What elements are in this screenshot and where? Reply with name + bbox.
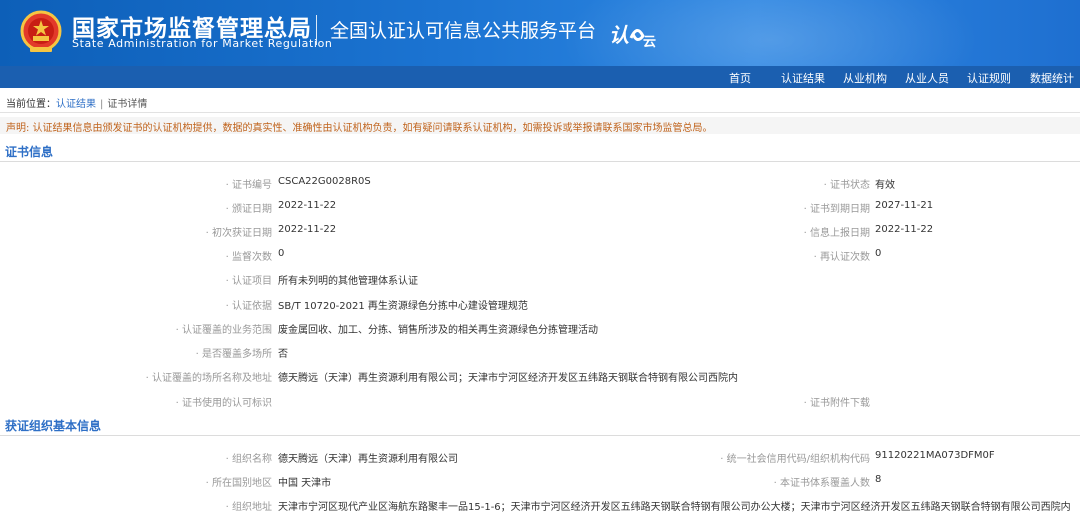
breadcrumb-separator: | <box>100 99 104 110</box>
certification-project: 所有未列明的其他管理体系认证 <box>278 276 418 287</box>
field-label: · 认证项目 <box>225 276 272 287</box>
field-label: · 证书使用的认可标识 <box>175 398 272 409</box>
field-label: · 颁证日期 <box>225 204 272 215</box>
nav-institutions[interactable]: 从业机构 <box>843 70 887 86</box>
breadcrumb: 当前位置：认证结果 | 证书详情 <box>6 95 147 110</box>
platform-logo: 认 云 <box>609 24 656 49</box>
field-label: · 认证覆盖的场所名称及地址 <box>145 373 272 384</box>
main-nav: 首页 认证结果 从业机构 从业人员 认证规则 数据统计 <box>0 66 1080 88</box>
svg-text:云: 云 <box>643 34 656 49</box>
field-label: · 证书到期日期 <box>803 204 870 215</box>
platform-title: 全国认证认可信息公共服务平台 <box>330 20 597 42</box>
breadcrumb-prefix: 当前位置： <box>6 99 56 110</box>
certificate-status: 有效 <box>875 180 895 191</box>
section-divider <box>0 435 1080 436</box>
nav-certification-results[interactable]: 认证结果 <box>781 70 825 86</box>
multi-site-flag: 否 <box>278 349 288 360</box>
recertification-count: 0 <box>875 248 882 259</box>
breadcrumb-current: 证书详情 <box>107 99 148 110</box>
nav-data-statistics[interactable]: 数据统计 <box>1030 70 1074 86</box>
field-label: · 信息上报日期 <box>803 228 870 239</box>
section-title-certificate: 证书信息 <box>5 145 54 159</box>
field-label: · 组织名称 <box>225 454 272 465</box>
section-title-organization: 获证组织基本信息 <box>5 419 102 433</box>
business-scope: 废金属回收、加工、分拣、销售所涉及的相关再生资源绿色分拣管理活动 <box>278 325 598 336</box>
field-label: · 证书编号 <box>225 180 272 191</box>
field-label: · 认证覆盖的业务范围 <box>175 325 272 336</box>
credit-code: 91120221MA073DFM0F <box>875 450 995 461</box>
field-label: · 本证书体系覆盖人数 <box>773 478 870 489</box>
field-label: · 是否覆盖多场所 <box>195 349 272 360</box>
field-label: · 监督次数 <box>225 252 272 263</box>
certificate-attachment-download[interactable]: · 证书附件下载 <box>804 394 870 409</box>
supervision-count: 0 <box>278 248 285 259</box>
field-label: · 证书状态 <box>823 180 870 191</box>
first-certified-date: 2022-11-22 <box>278 224 337 235</box>
header-divider <box>316 15 317 45</box>
field-label: · 所在国别地区 <box>205 478 272 489</box>
covered-sites: 德天腾远（天津）再生资源利用有限公司；天津市宁河区经济开发区五纬路天钢联合特钢有… <box>278 373 738 384</box>
organization-name: 德天腾远（天津）再生资源利用有限公司 <box>278 454 458 465</box>
org-name-en: State Administration for Market Regulati… <box>72 37 333 50</box>
breadcrumb-divider <box>0 112 1080 113</box>
section-divider <box>0 161 1080 162</box>
field-label: · 再认证次数 <box>813 252 870 263</box>
nav-certification-rules[interactable]: 认证规则 <box>967 70 1011 86</box>
expiry-date: 2027-11-21 <box>875 200 934 211</box>
country-region: 中国 天津市 <box>278 478 332 489</box>
field-label: · 初次获证日期 <box>205 228 272 239</box>
certificate-number: CSCA22G0028R0S <box>278 176 371 187</box>
field-label: · 组织地址 <box>225 502 272 513</box>
issue-date: 2022-11-22 <box>278 200 337 211</box>
report-date: 2022-11-22 <box>875 224 934 235</box>
covered-headcount: 8 <box>875 474 882 485</box>
nav-practitioners[interactable]: 从业人员 <box>905 70 949 86</box>
header-banner: 国家市场监督管理总局 State Administration for Mark… <box>0 0 1080 66</box>
field-label: · 统一社会信用代码/组织机构代码 <box>720 454 870 465</box>
field-label: · 认证依据 <box>225 301 272 312</box>
national-emblem-icon <box>20 10 62 52</box>
nav-home[interactable]: 首页 <box>729 70 751 86</box>
certification-standard: SB/T 10720-2021 再生资源绿色分拣中心建设管理规范 <box>278 301 528 312</box>
svg-text:认: 认 <box>609 24 629 47</box>
disclaimer-notice: 声明: 认证结果信息由颁发证书的认证机构提供，数据的真实性、准确性由认证机构负责… <box>0 117 1080 134</box>
organization-address: 天津市宁河区现代产业区海航东路聚丰一品15-1-6；天津市宁河区经济开发区五纬路… <box>278 502 1071 513</box>
breadcrumb-link-results[interactable]: 认证结果 <box>56 99 96 110</box>
